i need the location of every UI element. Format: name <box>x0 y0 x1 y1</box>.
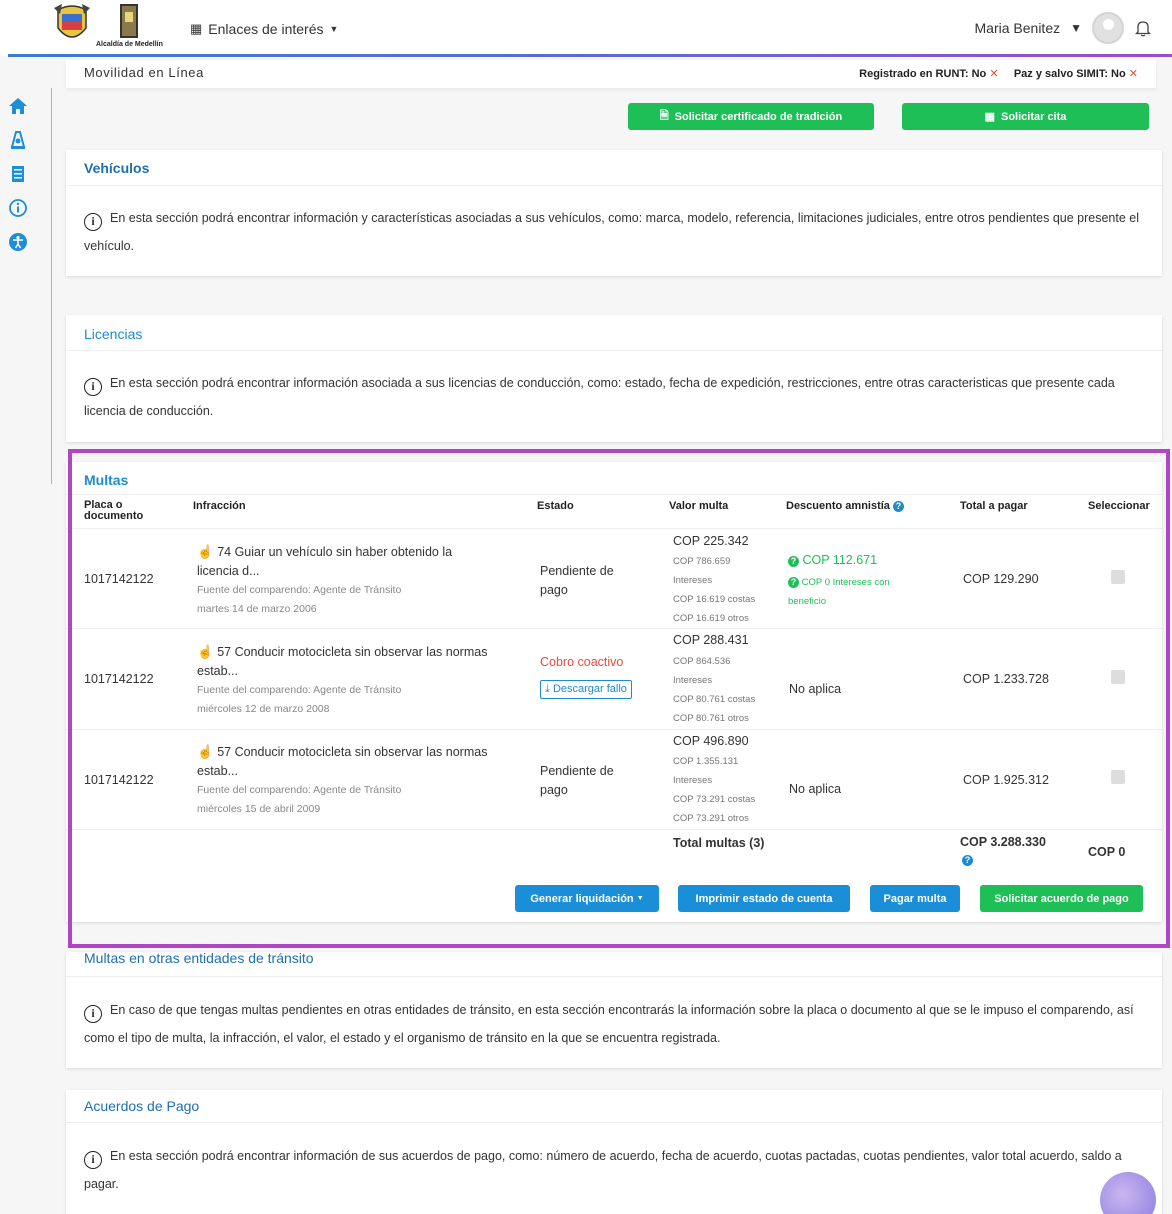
acuerdos-desc-text: En esta sección podrá encontrar informac… <box>84 1149 1122 1191</box>
otras-entidades-card: Multas en otras entidades de tránsito iE… <box>66 950 1162 1068</box>
alcaldia-logo: Alcaldía de Medellín <box>96 4 176 52</box>
traffic-cone-icon[interactable] <box>8 130 28 150</box>
colombia-shield-logo <box>54 4 90 38</box>
caret-down-icon: ▼ <box>329 24 339 34</box>
bell-icon[interactable] <box>1134 19 1152 37</box>
request-certificate-label: Solicitar certificado de tradición <box>674 110 843 123</box>
user-caret-icon[interactable]: ▼ <box>1070 21 1082 35</box>
simit-status: Paz y salvo SIMIT: No <box>1013 68 1126 80</box>
document-list-icon[interactable] <box>8 164 28 184</box>
sidebar <box>0 88 52 484</box>
links-dropdown-label: Enlaces de interés <box>208 21 324 37</box>
otras-entidades-description: i En caso de que tengas multas pendientes… <box>84 996 1144 1052</box>
licencias-desc-text: En esta sección podrá encontrar informac… <box>84 376 1115 418</box>
links-dropdown[interactable]: ▦ Enlaces de interés ▼ <box>190 21 338 37</box>
user-name[interactable]: Maria Benitez <box>975 20 1061 36</box>
header-gradient-divider <box>8 54 1172 57</box>
page-title: Movilidad en Línea <box>84 65 204 80</box>
runt-status: Registrado en RUNT: No <box>859 68 987 80</box>
calendar-icon: ▦ <box>984 111 995 123</box>
info-circle-icon: i <box>84 378 102 396</box>
home-icon[interactable] <box>8 96 28 116</box>
building-icon: ▦ <box>190 21 203 36</box>
avatar[interactable] <box>1092 12 1124 44</box>
runt-x-icon: ✕ <box>989 68 999 80</box>
acuerdos-description: i En esta sección podrá encontrar informa… <box>84 1142 1144 1198</box>
multas-highlight-frame <box>68 449 1170 948</box>
vehiculos-desc-text: En esta sección podrá encontrar informac… <box>84 211 1139 253</box>
acuerdos-card: Acuerdos de Pago i En esta sección podrá … <box>66 1090 1162 1214</box>
licencias-description: i En esta sección podrá encontrar informa… <box>84 369 1144 425</box>
info-icon[interactable] <box>8 198 28 218</box>
request-appointment-label: Solicitar cita <box>1000 110 1067 123</box>
licencias-title: Licencias <box>84 326 143 342</box>
info-circle-icon: i <box>84 1151 102 1169</box>
request-appointment-button[interactable]: ▦ Solicitar cita <box>902 103 1149 130</box>
info-circle-icon: i <box>84 213 102 231</box>
vehiculos-description: i En esta sección podrá encontrar informa… <box>84 204 1144 260</box>
vehiculos-card: Vehículos i En esta sección podrá encontr… <box>66 150 1162 276</box>
otras-entidades-desc-text: En caso de que tengas multas pendientes … <box>84 1003 1134 1045</box>
subheader: Movilidad en Línea Registrado en RUNT: N… <box>66 60 1156 88</box>
info-circle-icon: i <box>84 1005 102 1023</box>
accessibility-icon[interactable] <box>8 232 28 252</box>
acuerdos-title: Acuerdos de Pago <box>84 1098 200 1114</box>
request-certificate-button[interactable]: 🗎 Solicitar certificado de tradición <box>628 103 874 130</box>
licencias-card: Licencias i En esta sección podrá encontr… <box>66 315 1162 442</box>
alcaldia-logo-text: Alcaldía de Medellín <box>96 41 163 48</box>
file-icon: 🗎 <box>659 110 669 122</box>
simit-x-icon: ✕ <box>1128 68 1138 80</box>
vehiculos-title: Vehículos <box>84 160 150 176</box>
otras-entidades-title: Multas en otras entidades de tránsito <box>84 950 314 966</box>
status-registration: Registrado en RUNT: No ✕ Paz y salvo SIM… <box>859 67 1138 80</box>
top-bar: Alcaldía de Medellín ▦ Enlaces de interé… <box>0 0 1172 56</box>
